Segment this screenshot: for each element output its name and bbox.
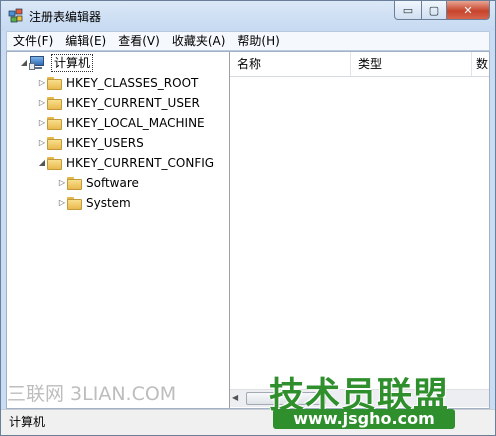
minimize-icon: ▭ bbox=[402, 3, 414, 17]
collapse-arrow-icon[interactable]: ◢ bbox=[19, 53, 29, 73]
maximize-icon: ▢ bbox=[428, 3, 440, 17]
column-header-type[interactable]: 类型 bbox=[351, 52, 472, 76]
expand-arrow-icon[interactable]: ▷ bbox=[37, 113, 47, 133]
registry-editor-icon bbox=[8, 8, 23, 23]
menu-bar: 文件(F) 编辑(E) 查看(V) 收藏夹(A) 帮助(H) bbox=[6, 31, 490, 51]
folder-icon bbox=[47, 156, 62, 170]
column-header-data[interactable]: 数 bbox=[472, 52, 489, 76]
close-button[interactable]: ✕ bbox=[446, 1, 490, 20]
tree-pane[interactable]: ◢ 计算机 ▷ HKEY_CLASSES_ROOT ▷ HKEY_CURRENT… bbox=[7, 52, 230, 408]
tree-item-hkey-local-machine[interactable]: ▷ HKEY_LOCAL_MACHINE bbox=[37, 113, 205, 133]
tree-item-label: System bbox=[86, 196, 131, 210]
folder-icon bbox=[47, 116, 62, 130]
tree-item-hkey-current-config[interactable]: ◢ HKEY_CURRENT_CONFIG bbox=[37, 153, 214, 173]
folder-icon bbox=[47, 96, 62, 110]
tree-item-label: 计算机 bbox=[51, 54, 94, 72]
tree-item-label: HKEY_CURRENT_CONFIG bbox=[66, 156, 215, 170]
expand-arrow-icon[interactable]: ▷ bbox=[37, 73, 47, 93]
regedit-window: 注册表编辑器 ▭ ▢ ✕ 文件(F) 编辑(E) 查看(V) 收藏夹(A) 帮助… bbox=[0, 0, 496, 436]
folder-icon bbox=[47, 76, 62, 90]
close-icon: ✕ bbox=[463, 3, 473, 17]
menu-edit[interactable]: 编辑(E) bbox=[59, 32, 112, 50]
tree-item-computer[interactable]: ◢ 计算机 bbox=[19, 53, 94, 73]
folder-icon bbox=[67, 176, 82, 190]
menu-favorites[interactable]: 收藏夹(A) bbox=[166, 32, 232, 50]
tree-item-hkey-current-user[interactable]: ▷ HKEY_CURRENT_USER bbox=[37, 93, 200, 113]
folder-icon bbox=[67, 196, 82, 210]
folder-icon bbox=[47, 136, 62, 150]
status-text: 计算机 bbox=[9, 415, 46, 429]
watermark-3lian: 三联网 3LIAN.COM bbox=[7, 383, 177, 405]
tree-item-hkey-users[interactable]: ▷ HKEY_USERS bbox=[37, 133, 144, 153]
tree-item-label: HKEY_LOCAL_MACHINE bbox=[66, 116, 205, 130]
collapse-arrow-icon[interactable]: ◢ bbox=[37, 153, 47, 173]
tree-item-label: HKEY_CURRENT_USER bbox=[66, 96, 200, 110]
scroll-left-icon[interactable]: ◀ bbox=[232, 393, 238, 402]
maximize-button[interactable]: ▢ bbox=[421, 1, 447, 20]
watermark-brand-url: www.jsgho.com bbox=[273, 409, 455, 429]
tree-item-hkey-classes-root[interactable]: ▷ HKEY_CLASSES_ROOT bbox=[37, 73, 198, 93]
list-header: 名称 类型 数 bbox=[230, 52, 489, 77]
computer-icon bbox=[29, 56, 46, 70]
window-title: 注册表编辑器 bbox=[29, 10, 102, 24]
expand-arrow-icon[interactable]: ▷ bbox=[57, 173, 67, 193]
expand-arrow-icon[interactable]: ▷ bbox=[57, 193, 67, 213]
tree-item-label: HKEY_USERS bbox=[66, 136, 144, 150]
column-header-name[interactable]: 名称 bbox=[230, 52, 351, 76]
menu-view[interactable]: 查看(V) bbox=[112, 32, 166, 50]
expand-arrow-icon[interactable]: ▷ bbox=[37, 133, 47, 153]
menu-help[interactable]: 帮助(H) bbox=[231, 32, 285, 50]
tree-item-label: HKEY_CLASSES_ROOT bbox=[66, 76, 199, 90]
expand-arrow-icon[interactable]: ▷ bbox=[37, 93, 47, 113]
minimize-button[interactable]: ▭ bbox=[394, 1, 422, 20]
tree-item-software[interactable]: ▷ Software bbox=[57, 173, 139, 193]
tree-item-system[interactable]: ▷ System bbox=[57, 193, 131, 213]
title-bar[interactable]: 注册表编辑器 ▭ ▢ ✕ bbox=[1, 1, 495, 31]
client-area: ◢ 计算机 ▷ HKEY_CLASSES_ROOT ▷ HKEY_CURRENT… bbox=[6, 51, 490, 409]
menu-file[interactable]: 文件(F) bbox=[7, 32, 59, 50]
tree-item-label: Software bbox=[86, 176, 139, 190]
watermark-brand: 技术员联盟 www.jsgho.com bbox=[269, 367, 469, 435]
